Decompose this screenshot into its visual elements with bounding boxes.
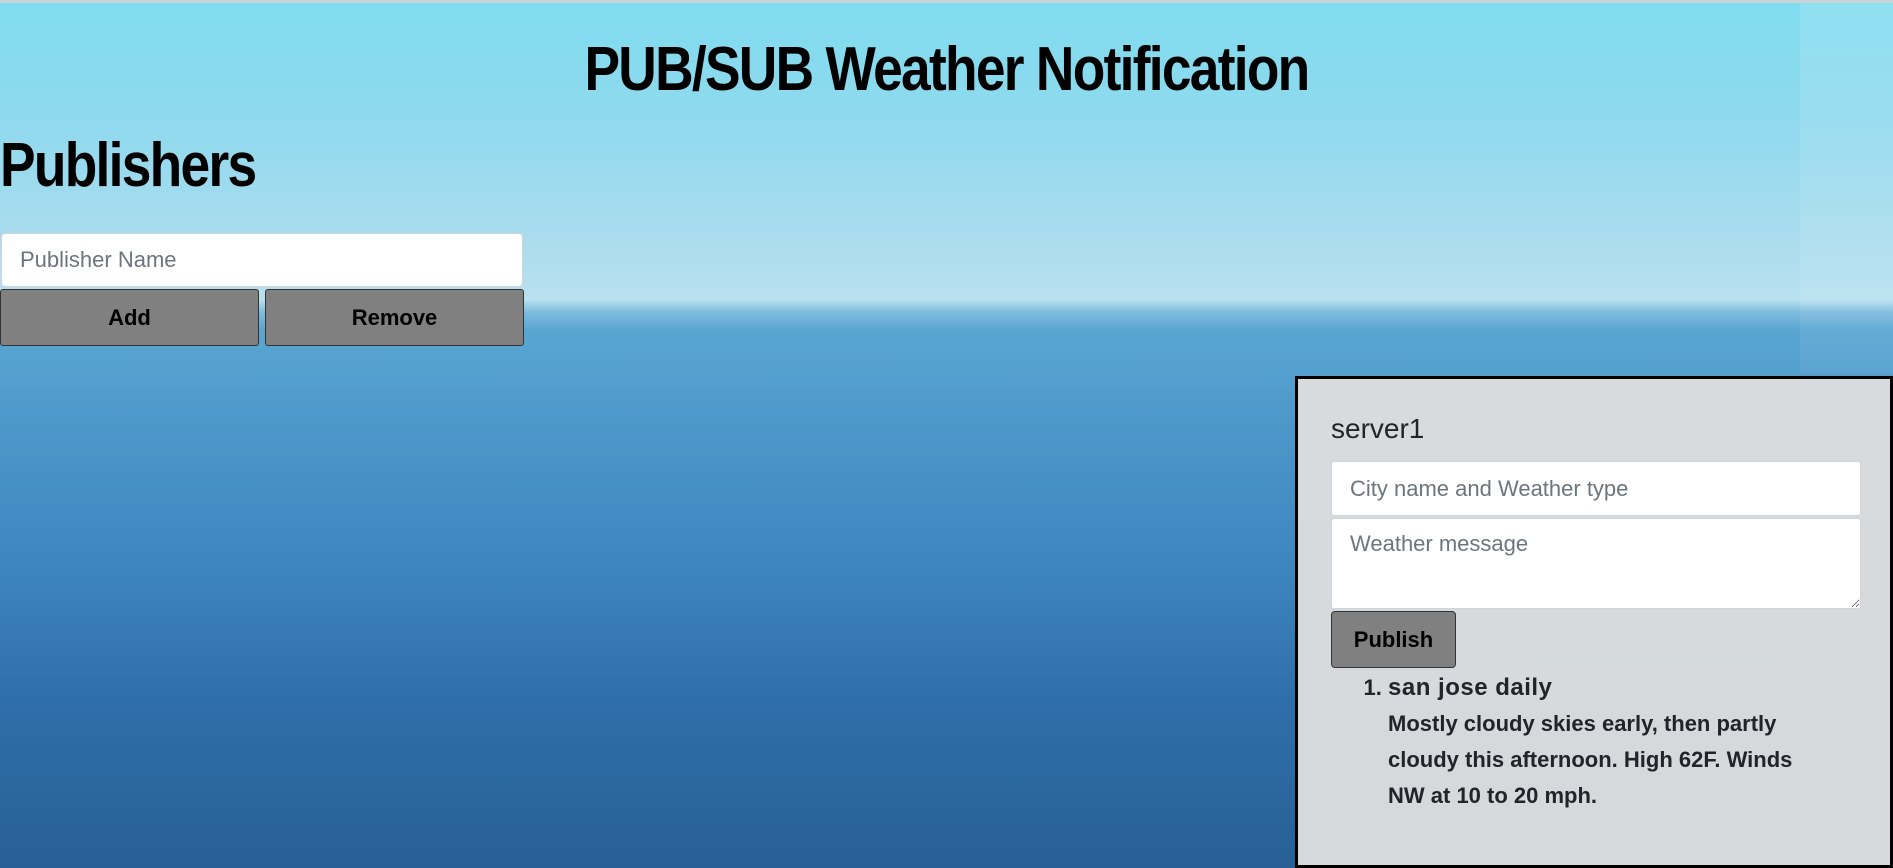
- weather-message-textarea[interactable]: [1331, 518, 1861, 609]
- add-publisher-button[interactable]: Add: [0, 289, 259, 346]
- message-title: san jose daily: [1388, 674, 1553, 701]
- publish-button[interactable]: Publish: [1331, 611, 1456, 668]
- message-list: san jose daily Mostly cloudy skies early…: [1353, 670, 1833, 814]
- server-name: server1: [1331, 413, 1425, 444]
- top-divider: [0, 0, 1893, 3]
- message-body: Mostly cloudy skies early, then partly c…: [1388, 711, 1793, 808]
- list-item: san jose daily Mostly cloudy skies early…: [1388, 670, 1833, 814]
- remove-publisher-button[interactable]: Remove: [265, 289, 524, 346]
- server-panel: server1 Publish san jose daily Mostly cl…: [1295, 376, 1893, 868]
- city-weather-type-input[interactable]: [1331, 461, 1861, 516]
- page-title: PUB/SUB Weather Notification: [584, 35, 1310, 104]
- publisher-name-input[interactable]: [1, 233, 523, 287]
- background-seam: [1800, 3, 1893, 373]
- publishers-heading: Publishers: [0, 131, 257, 200]
